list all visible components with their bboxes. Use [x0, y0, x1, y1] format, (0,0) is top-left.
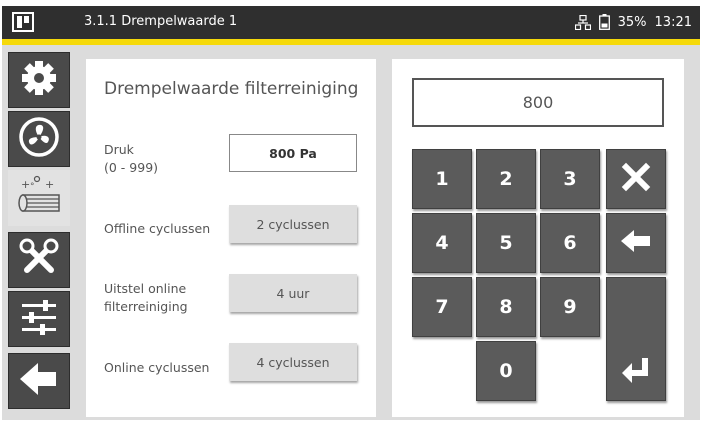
row-label-online-cycles: Online cyclussen [104, 360, 210, 375]
key-3[interactable]: 3 [540, 149, 600, 209]
key-6[interactable]: 6 [540, 213, 600, 273]
sidebar-item-fan[interactable] [8, 111, 70, 167]
pressure-value-field[interactable]: 800 Pa [229, 134, 357, 172]
logo-icon [12, 12, 34, 32]
key-4[interactable]: 4 [412, 213, 472, 273]
key-8[interactable]: 8 [476, 277, 536, 337]
enter-button[interactable] [606, 277, 666, 401]
enter-icon [620, 356, 652, 389]
row-label-line: (0 - 999) [104, 160, 159, 175]
settings-panel: Drempelwaarde filterreiniging Druk (0 - … [86, 59, 376, 417]
row-label-offline-cycles: Offline cyclussen [104, 221, 211, 236]
row-label-line: filterreiniging [104, 299, 188, 314]
keypad-display: 800 [412, 78, 664, 127]
svg-text:+: + [45, 178, 54, 191]
backspace-button[interactable] [606, 213, 666, 273]
row-label-line: Uitstel online [104, 281, 187, 296]
clock-time: 13:21 [654, 14, 692, 30]
device-screen: 3.1.1 Drempelwaarde 1 35% 13:21 + ° + Dr… [2, 6, 700, 420]
svg-text:+: + [21, 178, 30, 191]
screen-title: 3.1.1 Drempelwaarde 1 [84, 14, 238, 29]
key-0[interactable]: 0 [476, 341, 536, 401]
offline-cycles-value-button[interactable]: 2 cyclussen [229, 205, 357, 243]
sidebar-item-filter-cleaning[interactable]: + ° + [8, 170, 70, 226]
top-bar: 3.1.1 Drempelwaarde 1 35% 13:21 [2, 6, 700, 39]
online-delay-value-button[interactable]: 4 uur [229, 274, 357, 312]
close-icon [621, 162, 651, 197]
filter-cleaning-icon: + ° + [13, 173, 65, 223]
row-label-online-delay: Uitstel online filterreiniging [104, 280, 188, 316]
online-cycles-value-button[interactable]: 4 cyclussen [229, 343, 357, 381]
key-9[interactable]: 9 [540, 277, 600, 337]
status-area: 35% 13:21 [574, 14, 692, 30]
key-5[interactable]: 5 [476, 213, 536, 273]
accent-bar [2, 39, 700, 45]
battery-icon [598, 14, 610, 30]
back-arrow-icon [18, 359, 60, 403]
row-label-pressure: Druk (0 - 999) [104, 141, 158, 177]
row-label-line: Druk [104, 142, 134, 157]
key-2[interactable]: 2 [476, 149, 536, 209]
network-icon [574, 14, 591, 30]
sidebar-item-back[interactable] [8, 353, 70, 409]
sidebar-item-tools[interactable] [8, 232, 70, 288]
sidebar-item-adjustments[interactable] [8, 291, 70, 347]
tools-icon [18, 237, 60, 283]
key-7[interactable]: 7 [412, 277, 472, 337]
keypad-panel: 800 1 2 3 4 5 6 7 8 9 0 [392, 59, 684, 417]
sidebar: + ° + [2, 45, 72, 420]
sidebar-item-settings[interactable] [8, 52, 70, 108]
sliders-icon [18, 296, 60, 342]
panel-title: Drempelwaarde filterreiniging [104, 79, 359, 99]
battery-percentage: 35% [617, 14, 647, 30]
fan-icon [18, 116, 60, 162]
key-1[interactable]: 1 [412, 149, 472, 209]
backspace-arrow-icon [620, 228, 652, 259]
gear-icon [19, 58, 59, 102]
svg-text:°: ° [30, 182, 35, 192]
clear-button[interactable] [606, 149, 666, 209]
